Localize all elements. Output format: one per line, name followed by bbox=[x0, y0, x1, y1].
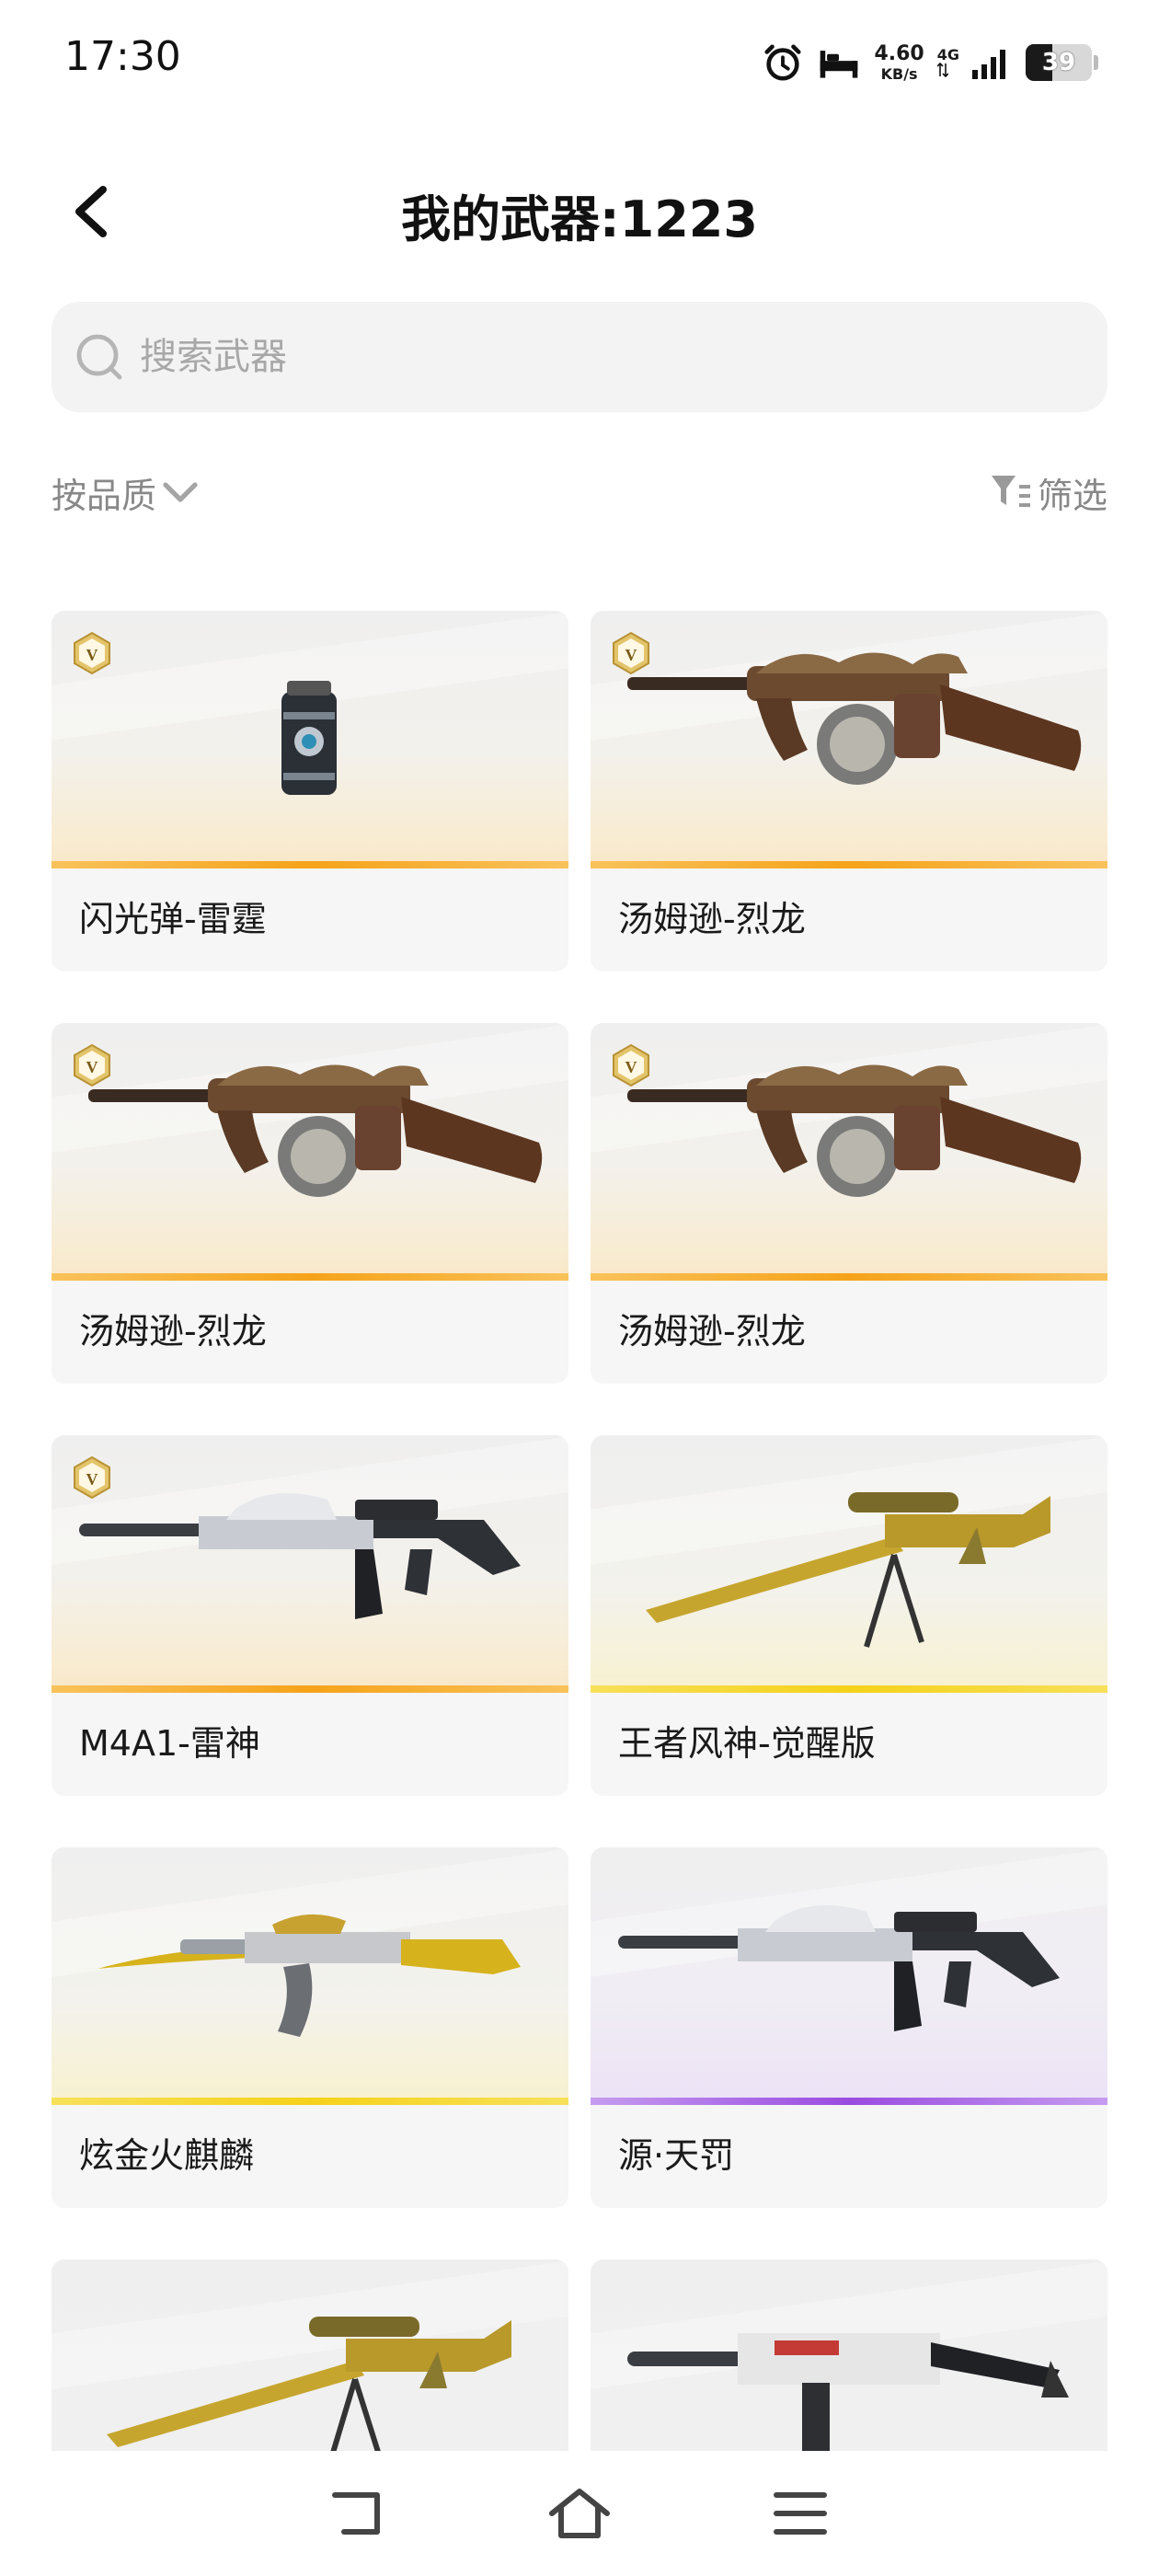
grenade-icon bbox=[281, 681, 337, 795]
vip-badge-icon: V bbox=[613, 1043, 649, 1087]
weapon-card[interactable]: V M4A1-雷神 bbox=[52, 1435, 568, 1796]
weapon-card[interactable]: 炫金火麒麟 bbox=[52, 1847, 568, 2208]
weapon-card[interactable]: 源·天罚 bbox=[591, 1847, 1107, 2208]
weapon-name: 闪光弹-雷霆 bbox=[79, 899, 267, 939]
weapon-name: 源·天罚 bbox=[618, 2135, 735, 2176]
svg-text:V: V bbox=[625, 1058, 637, 1076]
network-type: 4G bbox=[936, 46, 959, 77]
weapon-card[interactable]: 王者风神-觉醒版 bbox=[591, 1435, 1107, 1796]
status-icons: 4.60 KB/s 4G 39 bbox=[762, 37, 1098, 88]
battery-level: 39 bbox=[1041, 49, 1076, 76]
weapon-name: 汤姆逊-烈龙 bbox=[618, 899, 806, 939]
tommy-gun-icon bbox=[627, 652, 1082, 785]
vip-badge-icon: V bbox=[74, 1043, 110, 1087]
signal-icon bbox=[972, 50, 1005, 79]
nav-back-button[interactable] bbox=[317, 2472, 400, 2555]
sniper-rifle-icon bbox=[107, 2317, 511, 2451]
rarity-bar bbox=[591, 2098, 1107, 2105]
speed-value: 4.60 bbox=[874, 41, 924, 65]
filter-icon bbox=[991, 476, 1030, 507]
svg-text:V: V bbox=[86, 1470, 98, 1489]
sniper-rifle-icon bbox=[646, 1492, 1050, 1648]
ak-rifle-icon bbox=[98, 1914, 521, 2037]
weapon-image bbox=[52, 1847, 568, 2105]
back-arrow-icon bbox=[332, 2492, 380, 2535]
weapon-grid: V 闪光弹-雷霆 V 汤姆逊-烈龙 V 汤姆逊-烈龙 V 汤姆逊-烈龙 V M4A1-雷神 王者风神… bbox=[52, 611, 1107, 2451]
svg-text:V: V bbox=[625, 646, 637, 664]
data-arrows-icon bbox=[936, 63, 948, 77]
status-time: 17:30 bbox=[64, 33, 181, 80]
weapon-image: V bbox=[591, 1023, 1107, 1281]
nav-home-button[interactable] bbox=[538, 2472, 621, 2555]
weapon-card[interactable]: V 汤姆逊-烈龙 bbox=[591, 1023, 1107, 1384]
rarity-bar bbox=[52, 1685, 568, 1693]
weapon-image bbox=[591, 1435, 1107, 1693]
system-navigation-bar bbox=[0, 2451, 1159, 2576]
weapon-card[interactable]: V 闪光弹-雷霆 bbox=[52, 611, 568, 972]
weapon-image: V bbox=[52, 611, 568, 868]
weapon-name: 王者风神-觉醒版 bbox=[618, 1723, 876, 1764]
rarity-bar bbox=[52, 1273, 568, 1281]
vip-badge-icon: V bbox=[613, 631, 649, 675]
weapon-image bbox=[591, 1847, 1107, 2105]
svg-text:V: V bbox=[86, 646, 98, 664]
filter-label: 筛选 bbox=[1037, 475, 1107, 516]
rarity-bar bbox=[591, 1685, 1107, 1693]
search-icon bbox=[76, 334, 122, 380]
sleep-mode-icon bbox=[820, 51, 858, 78]
rarity-bar bbox=[591, 861, 1107, 868]
weapon-image: V bbox=[591, 611, 1107, 868]
tommy-gun-icon bbox=[88, 1064, 543, 1197]
vip-badge-icon: V bbox=[74, 631, 110, 675]
weapon-image: V bbox=[52, 1023, 568, 1281]
weapon-name: 汤姆逊-烈龙 bbox=[618, 1311, 806, 1351]
sort-filter-row: 按品质 筛选 bbox=[52, 460, 1107, 524]
home-icon bbox=[549, 2489, 610, 2538]
alarm-icon bbox=[764, 44, 802, 81]
nav-menu-button[interactable] bbox=[759, 2472, 842, 2555]
header: 我的武器:1223 bbox=[0, 156, 1159, 267]
network-label: 4G bbox=[936, 46, 959, 63]
search-input[interactable] bbox=[140, 336, 968, 378]
network-speed: 4.60 KB/s bbox=[874, 41, 924, 83]
weapon-card[interactable] bbox=[591, 2260, 1107, 2451]
menu-icon bbox=[774, 2492, 827, 2535]
svg-text:V: V bbox=[86, 1058, 98, 1076]
vip-badge-icon: V bbox=[74, 1455, 110, 1500]
sort-by-quality-dropdown[interactable]: 按品质 bbox=[52, 467, 199, 518]
sort-label: 按品质 bbox=[52, 475, 157, 516]
rarity-bar bbox=[591, 1273, 1107, 1281]
weapon-card[interactable]: V 汤姆逊-烈龙 bbox=[591, 611, 1107, 972]
search-bar[interactable] bbox=[52, 302, 1107, 412]
rarity-bar bbox=[52, 861, 568, 868]
rifle-icon bbox=[618, 1904, 1060, 2031]
weapon-name: 炫金火麒麟 bbox=[79, 2135, 255, 2176]
tommy-gun-icon bbox=[627, 1064, 1082, 1197]
weapon-image bbox=[52, 2260, 568, 2451]
rarity-bar bbox=[52, 2098, 568, 2105]
rifle-icon bbox=[79, 1492, 521, 1619]
smg-icon bbox=[627, 2333, 1069, 2451]
weapon-image bbox=[591, 2260, 1107, 2451]
weapon-card[interactable] bbox=[52, 2260, 568, 2451]
speed-unit: KB/s bbox=[880, 64, 918, 83]
battery-indicator: 39 bbox=[1026, 44, 1092, 81]
weapon-card[interactable]: V 汤姆逊-烈龙 bbox=[52, 1023, 568, 1384]
filter-button[interactable]: 筛选 bbox=[990, 467, 1107, 518]
weapon-name: 汤姆逊-烈龙 bbox=[79, 1311, 267, 1351]
weapon-name: M4A1-雷神 bbox=[79, 1723, 260, 1764]
weapon-image: V bbox=[52, 1435, 568, 1693]
page-title: 我的武器:1223 bbox=[401, 190, 758, 248]
status-bar: 17:30 4.60 KB/s 4G 39 bbox=[0, 0, 1159, 125]
chevron-down-icon bbox=[163, 482, 198, 502]
